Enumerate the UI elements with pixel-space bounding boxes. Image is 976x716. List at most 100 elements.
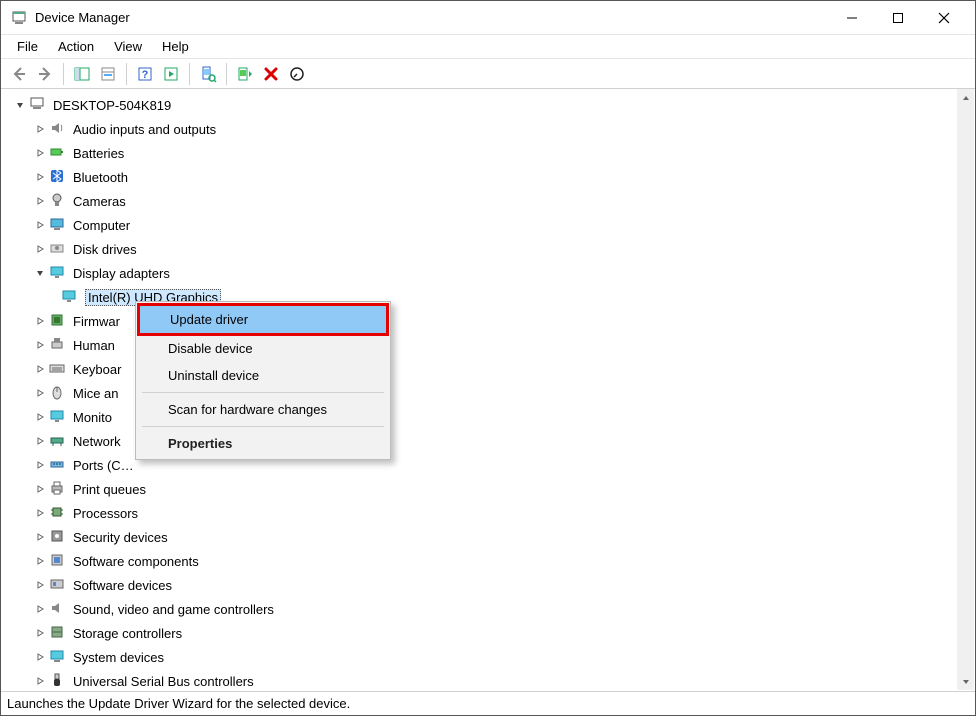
expander-closed-icon[interactable]: [33, 386, 47, 400]
minimize-button[interactable]: [829, 2, 875, 34]
expander-open-icon[interactable]: [13, 98, 27, 112]
menubar: File Action View Help: [1, 35, 975, 59]
expander-closed-icon[interactable]: [33, 242, 47, 256]
expander-closed-icon[interactable]: [33, 650, 47, 664]
category-bluetooth[interactable]: Bluetooth: [9, 165, 967, 189]
category-cameras[interactable]: Cameras: [9, 189, 967, 213]
keyboard-icon: [49, 360, 67, 378]
category-usb[interactable]: Universal Serial Bus controllers: [9, 669, 967, 691]
vertical-scrollbar[interactable]: [957, 89, 974, 690]
category-label: Cameras: [73, 194, 126, 209]
category-label: System devices: [73, 650, 164, 665]
category-label: Batteries: [73, 146, 124, 161]
ports-icon: [49, 456, 67, 474]
audio-icon: [49, 120, 67, 138]
hid-icon: [49, 336, 67, 354]
expander-closed-icon[interactable]: [33, 602, 47, 616]
app-icon: [11, 10, 27, 26]
category-label: Security devices: [73, 530, 168, 545]
properties-button[interactable]: [96, 62, 120, 86]
system-icon: [49, 648, 67, 666]
category-software-devices[interactable]: Software devices: [9, 573, 967, 597]
menu-action[interactable]: Action: [50, 37, 102, 56]
ctx-scan-hardware[interactable]: Scan for hardware changes: [138, 396, 388, 423]
category-label: Display adapters: [73, 266, 170, 281]
security-icon: [49, 528, 67, 546]
category-label: Software components: [73, 554, 199, 569]
category-label: Human: [73, 338, 115, 353]
mouse-icon: [49, 384, 67, 402]
tree-root-label: DESKTOP-504K819: [53, 98, 171, 113]
category-label: Monito: [73, 410, 112, 425]
expander-closed-icon[interactable]: [33, 530, 47, 544]
category-label: Ports (C…: [73, 458, 134, 473]
category-label: Processors: [73, 506, 138, 521]
ctx-properties[interactable]: Properties: [138, 430, 388, 457]
scroll-down-icon[interactable]: [957, 673, 974, 690]
category-label: Audio inputs and outputs: [73, 122, 216, 137]
update-driver-button[interactable]: [233, 62, 257, 86]
expander-closed-icon[interactable]: [33, 434, 47, 448]
maximize-button[interactable]: [875, 2, 921, 34]
ctx-uninstall-device[interactable]: Uninstall device: [138, 362, 388, 389]
titlebar: Device Manager: [1, 1, 975, 35]
bluetooth-icon: [49, 168, 67, 186]
ctx-separator: [142, 392, 384, 393]
expander-closed-icon[interactable]: [33, 362, 47, 376]
computer-icon: [29, 96, 47, 114]
disable-button[interactable]: [285, 62, 309, 86]
help-button[interactable]: ?: [133, 62, 157, 86]
expander-closed-icon[interactable]: [33, 626, 47, 640]
category-computer[interactable]: Computer: [9, 213, 967, 237]
toolbar: ?: [1, 59, 975, 89]
expander-closed-icon[interactable]: [33, 674, 47, 688]
category-display-adapters[interactable]: Display adapters: [9, 261, 967, 285]
expander-closed-icon[interactable]: [33, 194, 47, 208]
expander-closed-icon[interactable]: [33, 170, 47, 184]
tree-root[interactable]: DESKTOP-504K819: [9, 93, 967, 117]
forward-button[interactable]: [33, 62, 57, 86]
network-icon: [49, 432, 67, 450]
category-label: Bluetooth: [73, 170, 128, 185]
category-audio[interactable]: Audio inputs and outputs: [9, 117, 967, 141]
category-sound[interactable]: Sound, video and game controllers: [9, 597, 967, 621]
menu-view[interactable]: View: [106, 37, 150, 56]
category-label: Print queues: [73, 482, 146, 497]
context-menu: Update driver Disable device Uninstall d…: [135, 301, 391, 460]
expander-closed-icon[interactable]: [33, 482, 47, 496]
expander-open-icon[interactable]: [33, 266, 47, 280]
category-processors[interactable]: Processors: [9, 501, 967, 525]
window-title: Device Manager: [35, 10, 130, 25]
expander-closed-icon[interactable]: [33, 338, 47, 352]
category-print-queues[interactable]: Print queues: [9, 477, 967, 501]
scan-hardware-button[interactable]: [196, 62, 220, 86]
expander-closed-icon[interactable]: [33, 578, 47, 592]
show-hide-tree-button[interactable]: [70, 62, 94, 86]
scroll-up-icon[interactable]: [957, 89, 974, 106]
expander-closed-icon[interactable]: [33, 218, 47, 232]
expander-closed-icon[interactable]: [33, 410, 47, 424]
uninstall-button[interactable]: [259, 62, 283, 86]
expander-closed-icon[interactable]: [33, 146, 47, 160]
category-software-components[interactable]: Software components: [9, 549, 967, 573]
ctx-disable-device[interactable]: Disable device: [138, 335, 388, 362]
category-batteries[interactable]: Batteries: [9, 141, 967, 165]
expander-closed-icon[interactable]: [33, 314, 47, 328]
category-label: Storage controllers: [73, 626, 182, 641]
menu-help[interactable]: Help: [154, 37, 197, 56]
expander-closed-icon[interactable]: [33, 122, 47, 136]
action-button[interactable]: [159, 62, 183, 86]
category-label: Disk drives: [73, 242, 137, 257]
category-security[interactable]: Security devices: [9, 525, 967, 549]
expander-closed-icon[interactable]: [33, 458, 47, 472]
menu-file[interactable]: File: [9, 37, 46, 56]
expander-closed-icon[interactable]: [33, 554, 47, 568]
category-system[interactable]: System devices: [9, 645, 967, 669]
category-storage[interactable]: Storage controllers: [9, 621, 967, 645]
ctx-update-driver[interactable]: Update driver: [137, 303, 389, 336]
back-button[interactable]: [7, 62, 31, 86]
pc-icon: [49, 216, 67, 234]
close-button[interactable]: [921, 2, 967, 34]
category-disk-drives[interactable]: Disk drives: [9, 237, 967, 261]
expander-closed-icon[interactable]: [33, 506, 47, 520]
